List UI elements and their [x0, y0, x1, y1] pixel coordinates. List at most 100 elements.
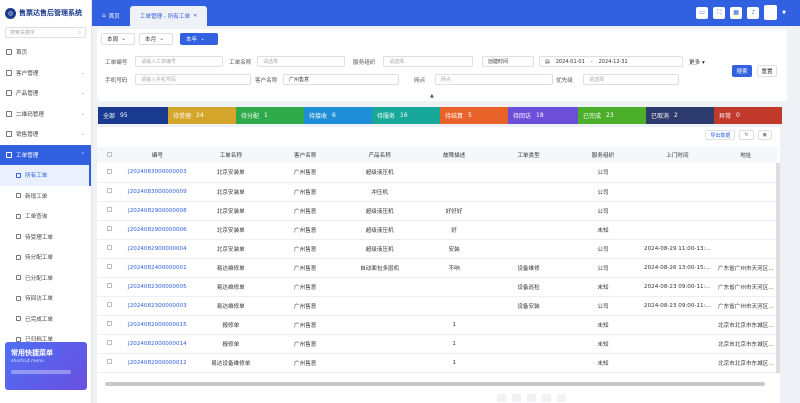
order-number-link[interactable]: J2024082000000012 — [121, 353, 194, 373]
page-button[interactable] — [527, 394, 536, 402]
sidebar-item-sales[interactable]: 销售管理 ⌄ — [0, 124, 91, 145]
refresh-icon[interactable]: ↻ — [739, 130, 754, 140]
row-checkbox[interactable] — [106, 283, 112, 288]
table-row[interactable]: J2024082000000015 报修单 广州售意 1 未知 北京市北京市东城区... — [97, 315, 777, 335]
vertical-scrollbar[interactable] — [776, 163, 780, 373]
order-number-link[interactable]: J2024082400000001 — [121, 258, 194, 278]
site-input[interactable]: 网点 — [435, 74, 553, 85]
column-header[interactable]: 地址 — [714, 147, 777, 163]
page-button[interactable] — [512, 394, 521, 402]
status-tab[interactable]: 待分配 1 — [236, 107, 304, 124]
order-name-input[interactable]: 请选择 — [257, 56, 345, 67]
sidebar-subitem-new-order[interactable]: 新增工单 — [0, 186, 91, 207]
tab-all-orders[interactable]: 工单管理 - 所有工单 ✕ — [129, 6, 208, 26]
order-number-link[interactable]: J2024082300000003 — [121, 296, 194, 316]
row-checkbox[interactable] — [106, 302, 112, 307]
date-type-select[interactable]: 创建时间 — [482, 56, 534, 67]
column-header[interactable]: 上门时间 — [640, 147, 715, 163]
sidebar-item-qrcode[interactable]: 二维码管理 ⌄ — [0, 104, 91, 125]
table-row[interactable]: J2024082900000006 北京安装单 广州售意 超级液压机好 未知 — [97, 220, 777, 240]
phone-input[interactable]: 请输入手机号码 — [135, 74, 251, 85]
table-row[interactable]: J2024082300000003 易达维修单 广州售意 设备安装 公司 2024-08-… — [97, 296, 777, 316]
status-tab[interactable]: 待回访 18 — [508, 107, 578, 124]
column-header[interactable]: 故障描述 — [416, 147, 492, 163]
column-header[interactable]: 工单名称 — [193, 147, 268, 163]
period-month-button[interactable]: 本月 ⌄ — [139, 33, 173, 45]
tab-home[interactable]: ⌂ 首页 — [92, 6, 130, 26]
order-number-link[interactable]: J2024082000000015 — [121, 315, 194, 335]
row-checkbox[interactable] — [106, 340, 112, 345]
column-header[interactable]: 客户名称 — [268, 147, 343, 163]
sidebar-subitem-completed[interactable]: 已完成工单 — [0, 309, 91, 330]
status-tab[interactable]: 已完成 23 — [578, 107, 646, 124]
avatar[interactable] — [764, 5, 778, 20]
period-year-button[interactable]: 本年 ⌄ — [180, 33, 218, 45]
status-tab[interactable]: 待结算 5 — [440, 107, 508, 124]
table-row[interactable]: J2024083000000009 北京安装单 广州售意 冲压机 公司 — [97, 182, 777, 202]
table-row[interactable]: J2024082900000008 北京安装单 广州售意 超级液压机 好好好 公司 — [97, 201, 777, 221]
row-checkbox[interactable] — [106, 207, 112, 212]
row-checkbox[interactable] — [106, 188, 112, 193]
grid-icon[interactable]: ▦ — [730, 6, 743, 19]
status-tab[interactable]: 已取消 2 — [646, 107, 714, 124]
search-button[interactable]: 搜索 — [732, 65, 752, 77]
chevron-down-icon[interactable]: ▼ — [782, 10, 786, 16]
table-row[interactable]: J2024083000000003 北京安装单 广州售意 超级液压机 公司 — [97, 163, 777, 183]
column-header[interactable]: 工单类型 — [491, 147, 566, 163]
status-tab[interactable]: 异常 0 — [714, 107, 782, 124]
sidebar-subitem-pending-visit[interactable]: 待回访工单 — [0, 288, 91, 309]
horizontal-scrollbar[interactable] — [105, 382, 765, 386]
table-row[interactable]: J2024082400000001 易达维修单 广州售意 自动面包多层机 不响 设备维修公… — [97, 258, 777, 278]
monitor-icon[interactable]: ▭ — [696, 6, 709, 19]
row-checkbox[interactable] — [106, 168, 112, 174]
collapse-filter-icon[interactable]: ▲ — [430, 93, 434, 99]
status-tab[interactable]: 待接收 6 — [304, 107, 372, 124]
order-no-input[interactable]: 请输入工单编号 — [135, 56, 223, 67]
table-row[interactable]: J2024082300000005 易达维修单 广州售意 设备巡检 未知 2024-08-… — [97, 277, 777, 297]
column-header[interactable]: 服务组织 — [565, 147, 641, 163]
page-button[interactable] — [542, 394, 551, 402]
close-icon[interactable]: ✕ — [193, 13, 197, 19]
sidebar-item-customers[interactable]: 客户管理 ⌄ — [0, 63, 91, 84]
reset-button[interactable]: 重置 — [757, 65, 777, 77]
fullscreen-icon[interactable]: ⛶ — [713, 6, 726, 19]
more-filters-button[interactable]: 更多 ▾ — [689, 58, 705, 66]
table-row[interactable]: J2024082000000014 报修单 广州售意 1 未知 北京市北京市东城区... — [97, 334, 777, 354]
sidebar-subitem-all-orders[interactable]: 所有工单 — [0, 165, 91, 186]
export-button[interactable]: 导出数据 — [705, 130, 736, 140]
sidebar-item-home[interactable]: 首页 — [0, 42, 91, 63]
column-header[interactable]: 产品名称 — [342, 147, 417, 163]
status-tab[interactable]: 全部 95 — [98, 107, 168, 124]
customer-input[interactable]: 广州售意 — [283, 74, 399, 85]
sidebar-search-input[interactable]: 搜索关键字 ⌕ — [5, 27, 86, 38]
row-checkbox[interactable] — [106, 264, 112, 269]
quick-menu-card[interactable]: 常用快捷菜单 shortcut menu — [5, 342, 87, 390]
sidebar-item-orders[interactable]: 工单管理 ⌃ — [0, 144, 91, 165]
sidebar-subitem-order-query[interactable]: 工单查询 — [0, 206, 91, 227]
sidebar-subitem-pending-assign[interactable]: 待分配工单 — [0, 247, 91, 268]
table-row[interactable]: J2024082000000012 易达设备维修单 广州售意 1 未知 北京市北京市东城区… — [97, 353, 777, 373]
row-checkbox[interactable] — [106, 321, 112, 326]
status-tab[interactable]: 待受理 24 — [168, 107, 236, 124]
priority-select[interactable]: 请选择 — [583, 74, 679, 85]
page-size-select[interactable] — [497, 394, 506, 402]
bell-icon[interactable]: ♪ — [747, 6, 760, 19]
eye-icon[interactable]: ◉ — [757, 130, 772, 140]
table-row[interactable]: J2024082900000004 北京安装单 广州售意 超级液压机 安装 公司 2024-… — [97, 239, 777, 259]
order-number-link[interactable]: J2024082900000008 — [121, 201, 194, 221]
order-number-link[interactable]: J2024082000000014 — [121, 334, 194, 354]
row-checkbox[interactable] — [106, 226, 112, 231]
order-number-link[interactable]: J2024083000000003 — [121, 163, 194, 183]
order-number-link[interactable]: J2024083000000009 — [121, 182, 194, 202]
column-header[interactable]: 编号 — [121, 147, 194, 163]
order-number-link[interactable]: J2024082300000005 — [121, 277, 194, 297]
order-number-link[interactable]: J2024082900000006 — [121, 220, 194, 240]
period-week-button[interactable]: 本周 ⌄ — [101, 33, 135, 45]
sidebar-subitem-assigned[interactable]: 已分配工单 — [0, 268, 91, 289]
row-checkbox[interactable] — [106, 359, 112, 364]
sidebar-subitem-pending-accept[interactable]: 待受理工单 — [0, 227, 91, 248]
order-number-link[interactable]: J2024082900000004 — [121, 239, 194, 259]
page-button[interactable] — [557, 394, 566, 402]
row-checkbox[interactable] — [106, 245, 112, 250]
select-all-checkbox[interactable] — [106, 151, 112, 157]
